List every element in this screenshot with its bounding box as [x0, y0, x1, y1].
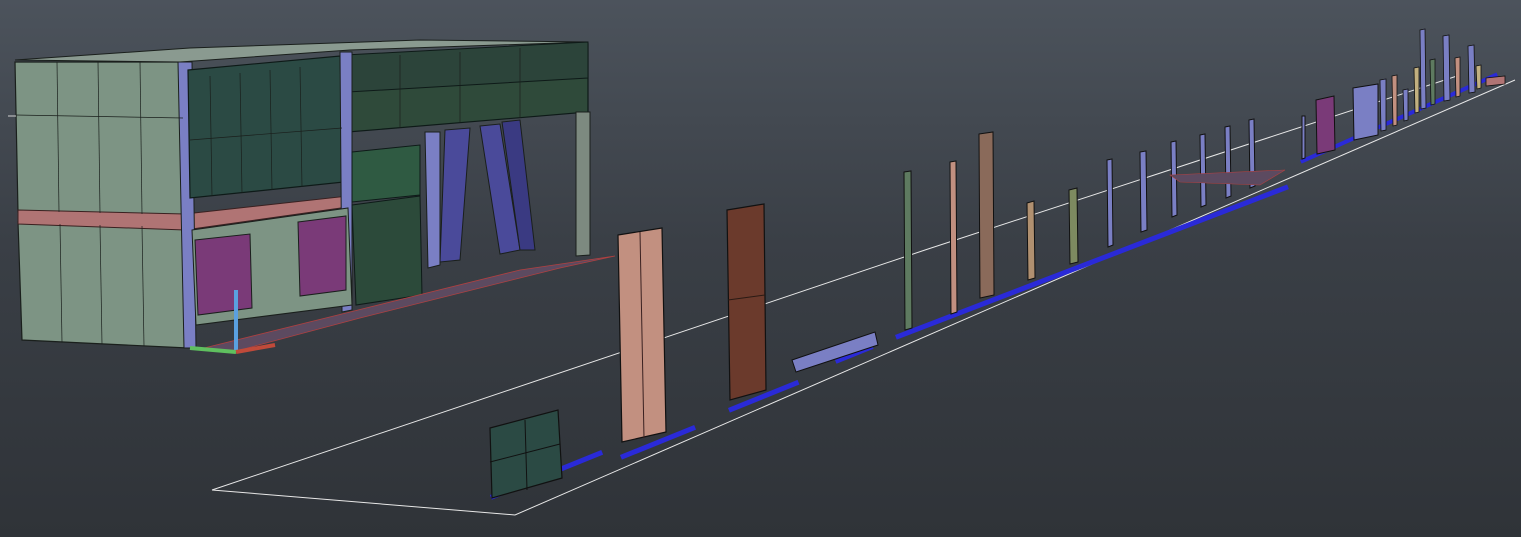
- component-floor-grid: [1169, 169, 1286, 186]
- component-post-4: [1026, 200, 1036, 281]
- door-left: [194, 233, 253, 316]
- component-post-7: [1139, 150, 1148, 233]
- cad-3d-viewport[interactable]: [0, 0, 1521, 537]
- right-column: [575, 111, 591, 257]
- component-post-12: [1301, 115, 1306, 160]
- brace-a: [424, 131, 441, 269]
- component-post-2: [949, 160, 958, 315]
- component-door-frame: [1315, 95, 1336, 155]
- component-post-1: [903, 170, 913, 331]
- component-tall-panel-brown: [726, 203, 767, 401]
- component-catalog[interactable]: [489, 28, 1506, 499]
- model-canvas[interactable]: [0, 0, 1521, 537]
- component-screen: [1352, 83, 1379, 141]
- component-post-5: [1068, 187, 1079, 265]
- left-wall-lower: [17, 221, 189, 349]
- door-right: [297, 215, 347, 297]
- component-post-3: [978, 131, 995, 299]
- component-post-9: [1199, 133, 1207, 208]
- component-cluster-far: [1379, 28, 1506, 132]
- lattice-panel-lower: [351, 195, 423, 306]
- brace-b: [439, 127, 471, 263]
- lattice-panel-upper: [351, 144, 421, 203]
- component-post-6: [1106, 158, 1114, 248]
- building-model[interactable]: [14, 39, 616, 354]
- component-post-10: [1224, 125, 1232, 199]
